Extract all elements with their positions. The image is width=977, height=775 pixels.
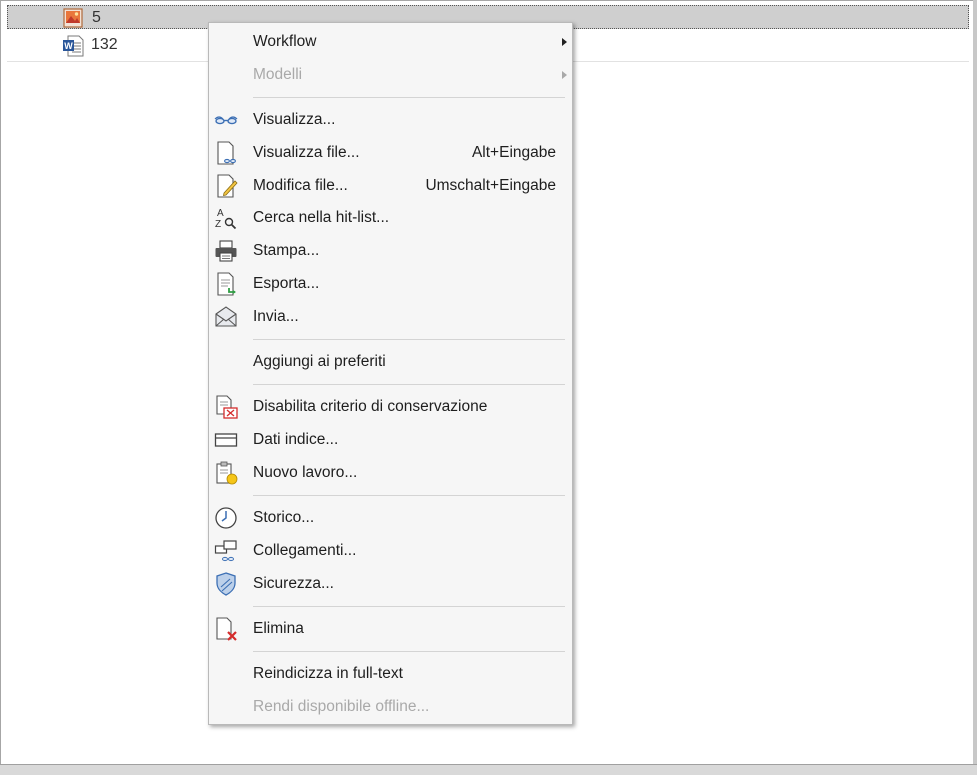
az-search-icon: A Z [214,206,238,230]
printer-icon [214,239,238,263]
context-menu: Workflow Modelli Visualizza... Visualizz… [208,22,573,725]
links-icon [214,539,238,563]
menu-item-shortcut: Umschalt+Eingabe [425,177,556,194]
menu-item-esporta[interactable]: Esporta... [209,269,572,299]
horizontal-scrollbar[interactable] [0,764,977,775]
submenu-arrow-icon [562,71,567,79]
menu-item-label: Stampa... [253,242,320,259]
menu-item-elimina[interactable]: Elimina [209,614,572,644]
menu-item-label: Rendi disponibile offline... [253,698,430,715]
menu-item-storico[interactable]: Storico... [209,503,572,533]
window-right-edge [973,0,977,764]
word-document-icon: W [62,35,84,57]
menu-item-nuovo-lavoro[interactable]: Nuovo lavoro... [209,458,572,488]
menu-separator [253,495,565,496]
image-document-icon [63,8,83,28]
menu-item-label: Reindicizza in full-text [253,665,403,682]
menu-item-shortcut: Alt+Eingabe [471,144,556,161]
shield-icon [214,572,238,596]
menu-separator [253,97,565,98]
menu-item-label: Visualizza file... [253,144,360,161]
menu-separator [253,651,565,652]
menu-item-sicurezza[interactable]: Sicurezza... [209,569,572,599]
menu-item-label: Modifica file... [253,177,348,194]
export-icon [214,272,238,296]
menu-separator [253,339,565,340]
menu-item-label: Storico... [253,509,315,526]
index-data-icon [214,428,238,452]
menu-item-label: Workflow [253,33,317,50]
menu-item-label: Elimina [253,620,304,637]
menu-item-reindicizza[interactable]: Reindicizza in full-text [209,659,572,689]
menu-item-disabilita-conservazione[interactable]: Disabilita criterio di conservazione [209,392,572,422]
menu-item-label: Sicurezza... [253,575,334,592]
edit-file-icon [214,174,238,198]
view-file-icon [214,141,238,165]
new-task-icon [214,461,238,485]
menu-item-stampa[interactable]: Stampa... [209,236,572,266]
menu-item-workflow[interactable]: Workflow [209,27,572,57]
menu-separator [253,606,565,607]
menu-item-collegamenti[interactable]: Collegamenti... [209,536,572,566]
menu-item-aggiungi-preferiti[interactable]: Aggiungi ai preferiti [209,347,572,377]
svg-text:A: A [217,208,224,219]
delete-file-icon [214,617,238,641]
menu-item-invia[interactable]: Invia... [209,302,572,332]
menu-item-label: Esporta... [253,275,320,292]
menu-item-label: Collegamenti... [253,542,357,559]
envelope-icon [214,305,238,329]
menu-item-dati-indice[interactable]: Dati indice... [209,425,572,455]
svg-text:W: W [64,41,73,51]
menu-item-modifica-file[interactable]: Modifica file... Umschalt+Eingabe [209,171,572,201]
list-item-label: 132 [91,36,118,53]
menu-item-cerca-hit-list[interactable]: A Z Cerca nella hit-list... [209,203,572,233]
menu-item-label: Aggiungi ai preferiti [253,353,386,370]
menu-item-label: Modelli [253,66,303,83]
menu-item-label: Nuovo lavoro... [253,464,358,481]
menu-item-modelli: Modelli [209,60,572,90]
menu-item-label: Visualizza... [253,111,336,128]
menu-item-label: Cerca nella hit-list... [253,209,390,226]
menu-item-label: Disabilita criterio di conservazione [253,398,488,415]
glasses-icon [214,108,238,132]
menu-item-visualizza[interactable]: Visualizza... [209,105,572,135]
svg-text:Z: Z [215,219,221,230]
menu-item-label: Invia... [253,308,299,325]
menu-item-label: Dati indice... [253,431,339,448]
retention-icon [214,395,238,419]
list-item-label: 5 [92,9,101,26]
menu-separator [253,384,565,385]
menu-item-visualizza-file[interactable]: Visualizza file... Alt+Eingabe [209,138,572,168]
submenu-arrow-icon [562,38,567,46]
clock-icon [214,506,238,530]
menu-item-rendi-offline: Rendi disponibile offline... [209,692,572,722]
